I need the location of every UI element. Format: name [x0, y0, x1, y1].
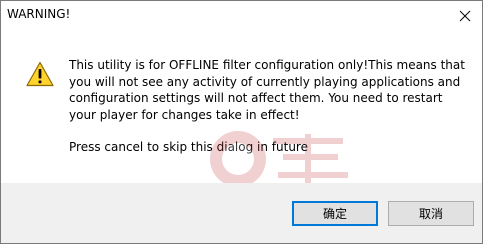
warning-icon [26, 61, 54, 87]
button-bar: 确定 取消 [1, 183, 482, 243]
message-line: configuration settings will not affect t… [69, 91, 443, 105]
ok-button[interactable]: 确定 [292, 201, 378, 226]
message-line: your player for changes take in effect! [69, 107, 300, 122]
warning-dialog: WARNING! This utility is for OFFLINE fil… [0, 0, 483, 244]
window-title: WARNING! [7, 7, 71, 21]
message-line: you will not see any activity of current… [69, 74, 461, 89]
warning-message: This utility is for OFFLINE filter confi… [69, 57, 474, 156]
close-icon [459, 10, 471, 22]
dialog-content: This utility is for OFFLINE filter confi… [1, 31, 482, 187]
message-hint: Press cancel to skip this dialog in futu… [69, 140, 308, 154]
close-button[interactable] [448, 1, 482, 31]
message-line: This utility is for OFFLINE filter confi… [69, 58, 465, 72]
cancel-button[interactable]: 取消 [388, 201, 474, 226]
title-bar[interactable]: WARNING! [1, 1, 482, 31]
